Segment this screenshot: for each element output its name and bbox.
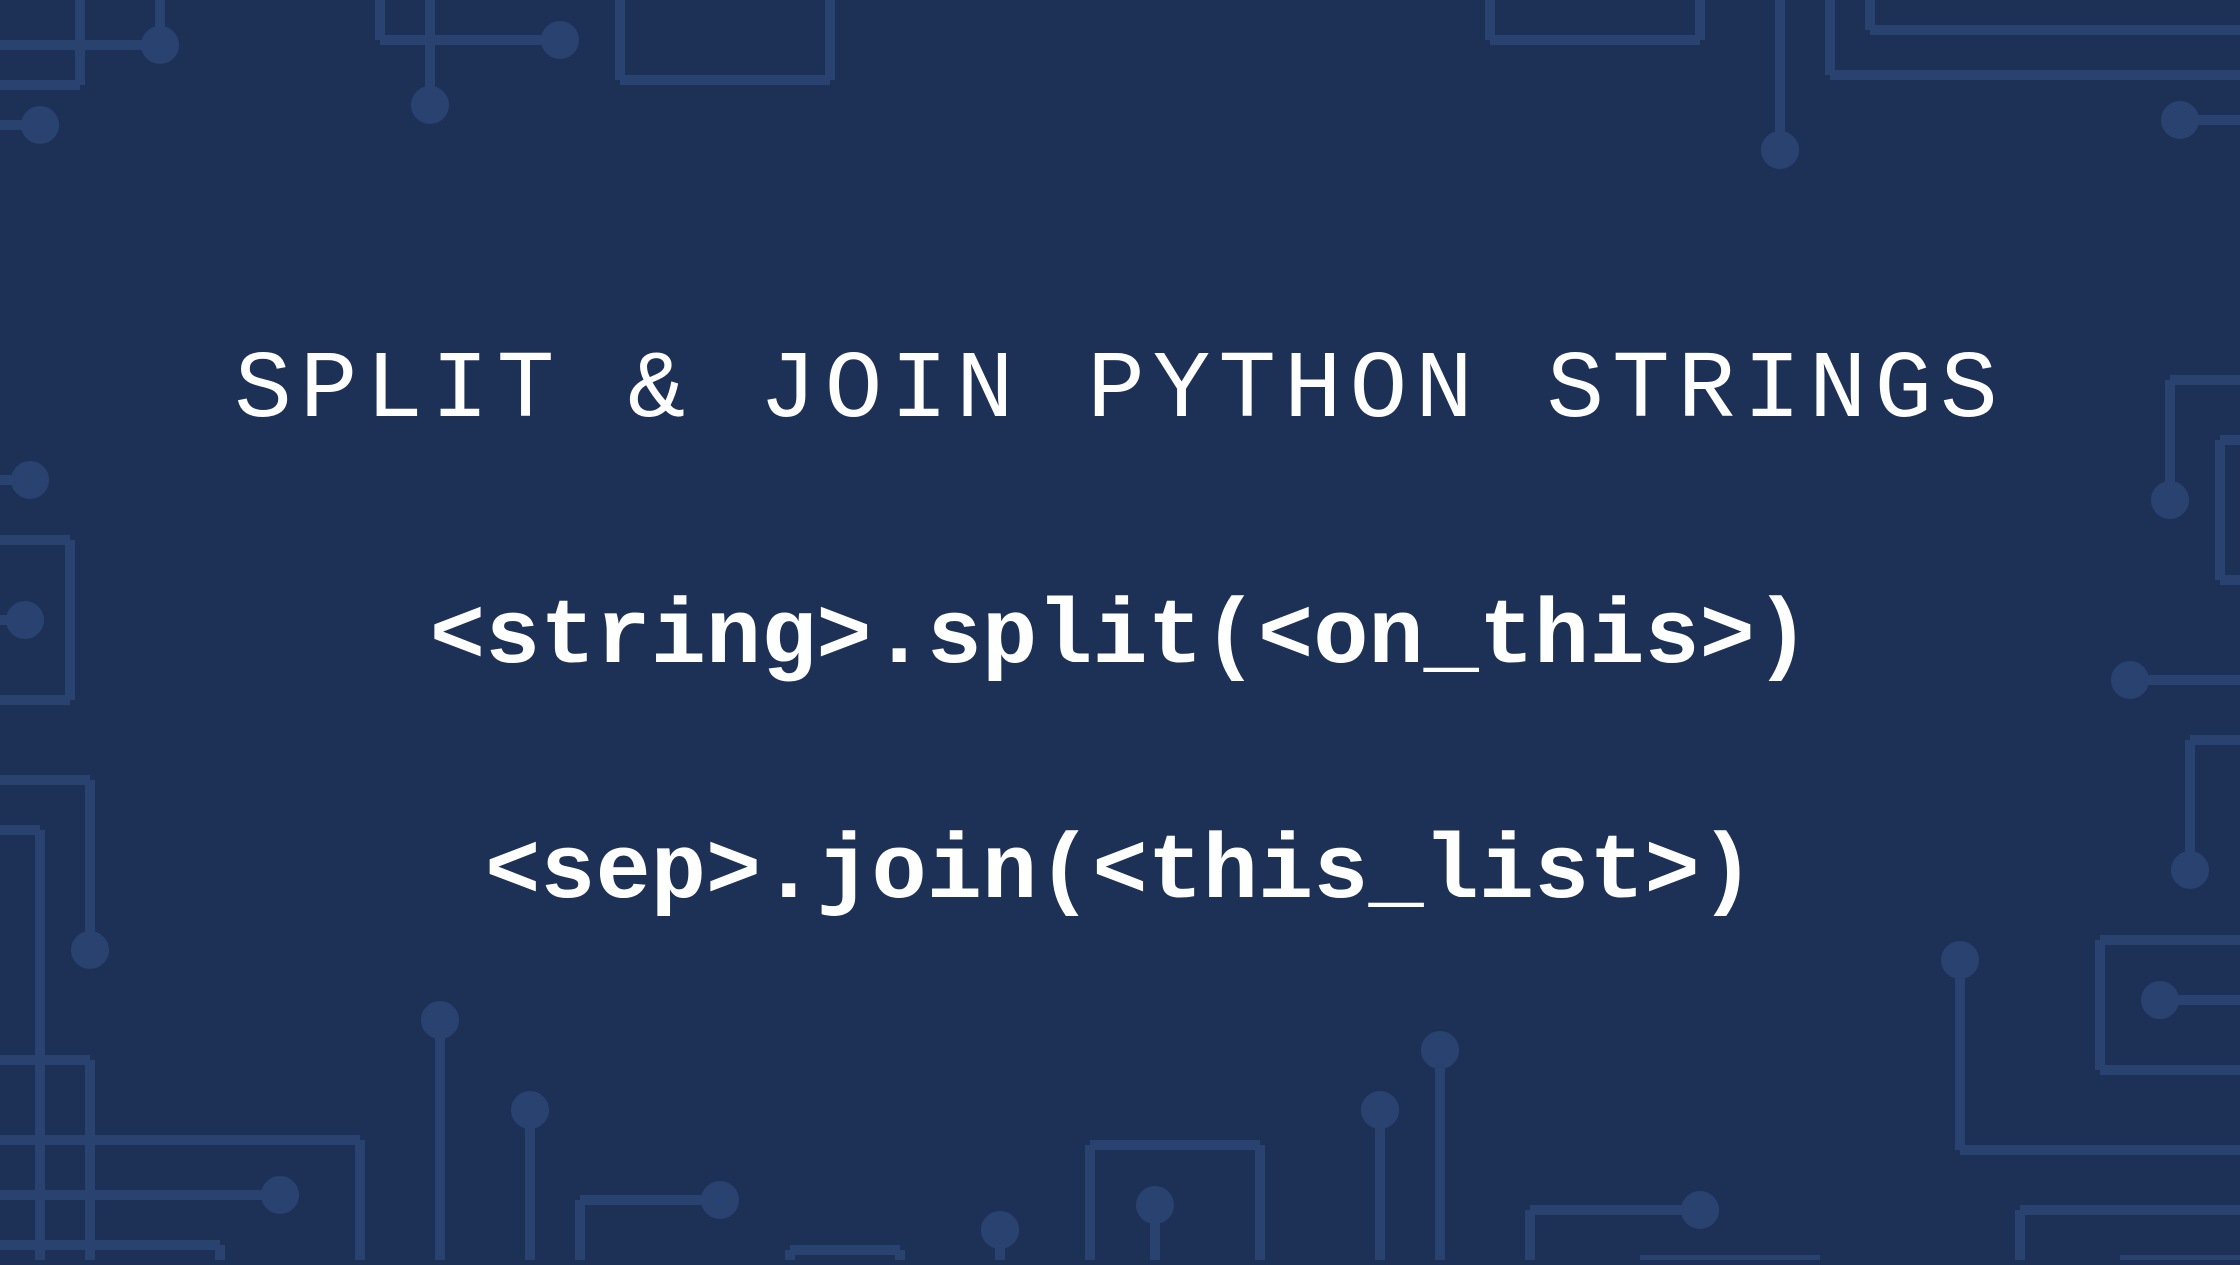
slide-title: SPLIT & JOIN PYTHON STRINGS [234, 336, 2005, 445]
code-example-join: <sep>.join(<this_list>) [485, 820, 1755, 925]
code-example-split: <string>.split(<on_this>) [430, 585, 1810, 690]
content-area: SPLIT & JOIN PYTHON STRINGS <string>.spl… [0, 0, 2240, 1260]
